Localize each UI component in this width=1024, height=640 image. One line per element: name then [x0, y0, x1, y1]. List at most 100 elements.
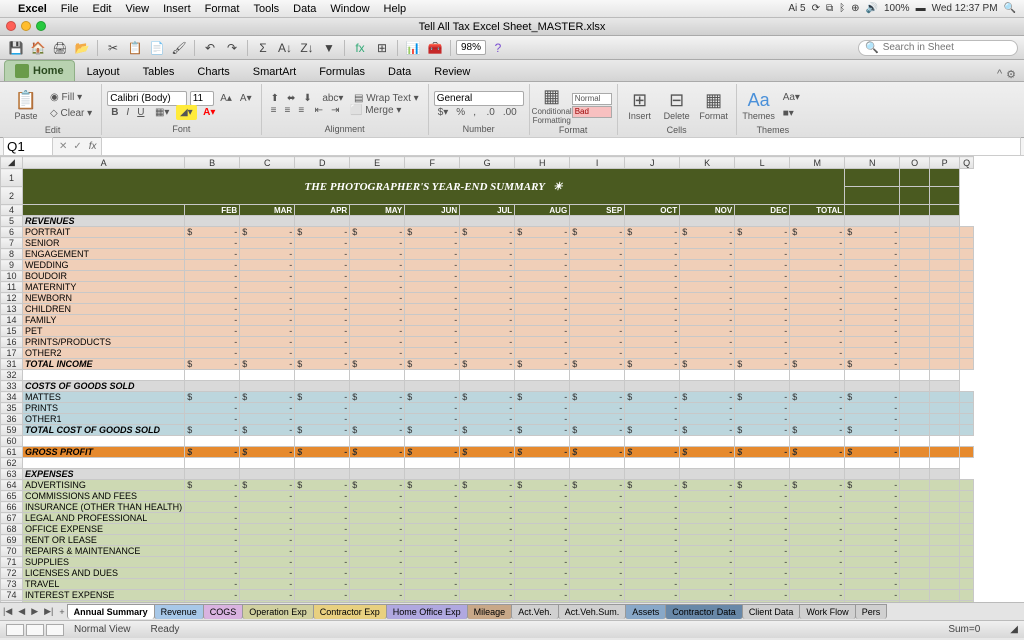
cell[interactable]: -	[460, 502, 515, 513]
cell[interactable]: -	[680, 326, 735, 337]
cell[interactable]: -	[460, 315, 515, 326]
cell[interactable]: -	[515, 260, 570, 271]
cell[interactable]: -	[295, 337, 350, 348]
cell[interactable]: -	[735, 502, 790, 513]
col-header-K[interactable]: K	[680, 157, 735, 169]
cancel-formula-icon[interactable]: ✕	[56, 141, 70, 152]
cell[interactable]: -	[790, 557, 845, 568]
cell[interactable]: $ -	[405, 425, 460, 436]
decrease-font-button[interactable]: A▾	[236, 91, 256, 106]
cell[interactable]: -	[845, 546, 900, 557]
cell[interactable]: $ -	[790, 227, 845, 238]
cell[interactable]: -	[515, 326, 570, 337]
cell[interactable]: $ -	[350, 447, 405, 458]
cell[interactable]: $ -	[405, 359, 460, 370]
menu-edit[interactable]: Edit	[92, 3, 111, 15]
menu-format[interactable]: Format	[205, 3, 240, 15]
row-header-36[interactable]: 36	[1, 414, 23, 425]
cell[interactable]: $ -	[350, 480, 405, 491]
cell[interactable]: -	[680, 315, 735, 326]
cell[interactable]: -	[515, 238, 570, 249]
cell[interactable]: -	[625, 326, 680, 337]
spreadsheet-grid[interactable]: ◢ABCDEFGHIJKLMNOPQ1THE PHOTOGRAPHER'S YE…	[0, 156, 1024, 602]
cell[interactable]: -	[405, 568, 460, 579]
cell[interactable]: -	[680, 535, 735, 546]
col-header-E[interactable]: E	[350, 157, 405, 169]
cell[interactable]: -	[680, 249, 735, 260]
cell[interactable]: -	[735, 249, 790, 260]
cell[interactable]: -	[240, 249, 295, 260]
redo-button[interactable]: ↷	[222, 38, 242, 58]
cell[interactable]: -	[790, 590, 845, 601]
cell[interactable]: $ -	[735, 392, 790, 403]
cell[interactable]: -	[515, 282, 570, 293]
row-label[interactable]: BOUDOIR	[23, 271, 185, 282]
cell[interactable]: -	[570, 590, 625, 601]
ribbon-tab-review[interactable]: Review	[423, 62, 481, 81]
print-button[interactable]: 🖨	[50, 38, 70, 58]
col-header-O[interactable]: O	[900, 157, 930, 169]
col-header-G[interactable]: G	[460, 157, 515, 169]
cell[interactable]: -	[845, 271, 900, 282]
row-label[interactable]: SENIOR	[23, 238, 185, 249]
cell[interactable]: -	[845, 326, 900, 337]
row-label[interactable]: PET	[23, 326, 185, 337]
row-label[interactable]	[23, 436, 185, 447]
cell[interactable]: -	[845, 513, 900, 524]
cell[interactable]: -	[405, 590, 460, 601]
cell[interactable]: $ -	[625, 425, 680, 436]
cell[interactable]: -	[515, 601, 570, 603]
cell[interactable]: -	[460, 557, 515, 568]
number-format-select[interactable]	[434, 91, 524, 106]
cell[interactable]: -	[680, 260, 735, 271]
cell[interactable]: -	[350, 337, 405, 348]
cell[interactable]: -	[460, 403, 515, 414]
cell[interactable]: -	[405, 282, 460, 293]
row-label[interactable]: INSURANCE (OTHER THAN HEALTH)	[23, 502, 185, 513]
menu-data[interactable]: Data	[293, 3, 316, 15]
cell[interactable]: $ -	[240, 392, 295, 403]
row-label[interactable]: PRINTS/PRODUCTS	[23, 337, 185, 348]
row-label[interactable]: CHILDREN	[23, 304, 185, 315]
cell[interactable]: -	[570, 315, 625, 326]
row-header-64[interactable]: 64	[1, 480, 23, 491]
cell[interactable]: -	[845, 249, 900, 260]
cell[interactable]: -	[295, 271, 350, 282]
cell[interactable]: -	[350, 271, 405, 282]
row-label[interactable]: LICENSES AND DUES	[23, 568, 185, 579]
zoom-level[interactable]: 98%	[456, 40, 486, 55]
cell[interactable]: -	[295, 249, 350, 260]
cell[interactable]: -	[350, 557, 405, 568]
row-header-71[interactable]: 71	[1, 557, 23, 568]
cell[interactable]: $ -	[680, 227, 735, 238]
cell[interactable]: -	[680, 348, 735, 359]
cell[interactable]: -	[570, 524, 625, 535]
select-all-corner[interactable]: ◢	[1, 157, 23, 169]
cell[interactable]: -	[185, 568, 240, 579]
row-label[interactable]: NEWBORN	[23, 293, 185, 304]
row-header-69[interactable]: 69	[1, 535, 23, 546]
cell[interactable]: -	[295, 260, 350, 271]
cell[interactable]: $ -	[405, 447, 460, 458]
cell[interactable]: -	[185, 535, 240, 546]
cell[interactable]: -	[515, 513, 570, 524]
cell[interactable]: -	[845, 238, 900, 249]
cell[interactable]: -	[570, 271, 625, 282]
row-header-66[interactable]: 66	[1, 502, 23, 513]
cell[interactable]: -	[790, 337, 845, 348]
row-header-15[interactable]: 15	[1, 326, 23, 337]
cell[interactable]: -	[735, 282, 790, 293]
cell[interactable]: -	[515, 535, 570, 546]
cell[interactable]: -	[295, 524, 350, 535]
cell[interactable]: $ -	[845, 359, 900, 370]
cell[interactable]: -	[185, 326, 240, 337]
comma-button[interactable]: ,	[469, 105, 480, 120]
col-header-A[interactable]: A	[23, 157, 185, 169]
cell[interactable]: -	[295, 546, 350, 557]
cell[interactable]: -	[350, 249, 405, 260]
row-header-68[interactable]: 68	[1, 524, 23, 535]
filter-button[interactable]: ▼	[319, 38, 339, 58]
clear-button[interactable]: ◇ Clear ▾	[46, 106, 96, 121]
cell[interactable]: -	[460, 304, 515, 315]
cell[interactable]: -	[625, 304, 680, 315]
